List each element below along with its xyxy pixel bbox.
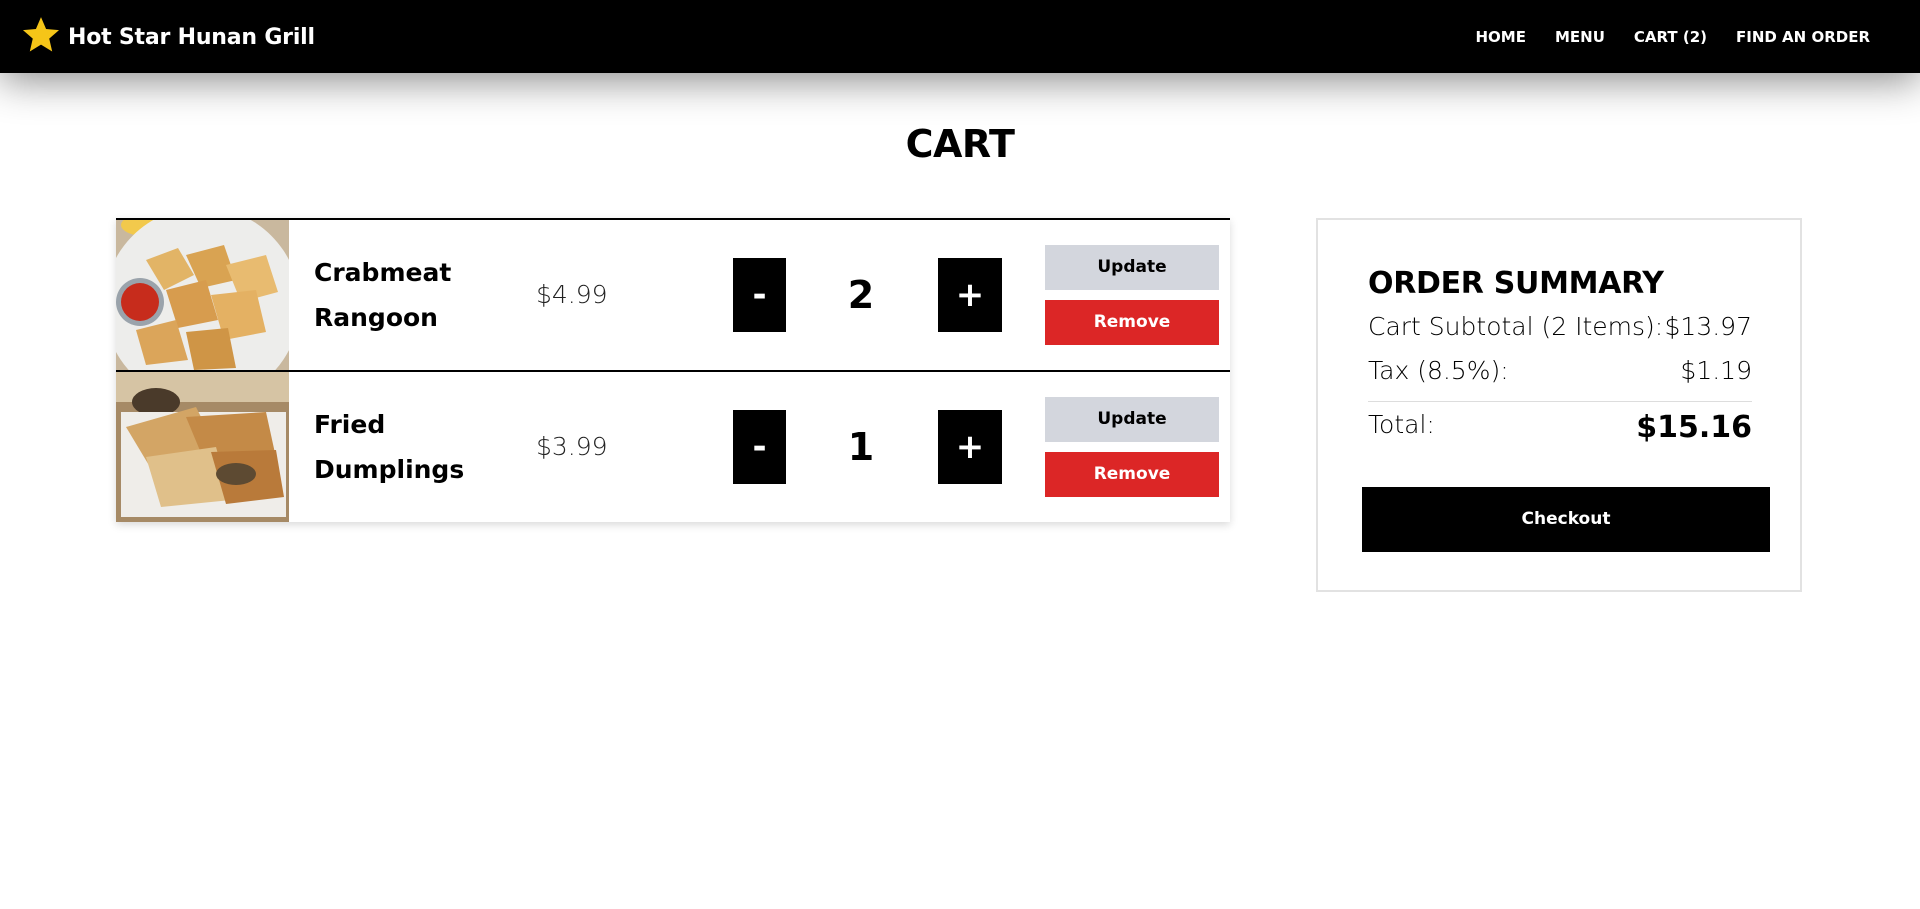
subtotal-label: Cart Subtotal (2 Items): bbox=[1368, 312, 1664, 341]
item-price: $3.99 bbox=[536, 432, 608, 461]
top-navbar: Hot Star Hunan Grill HOME MENU CART (2) … bbox=[0, 0, 1920, 73]
item-image-fried-dumplings bbox=[116, 372, 289, 522]
quantity-value: 1 bbox=[847, 425, 875, 469]
star-icon bbox=[20, 14, 62, 60]
increase-quantity-button[interactable]: + bbox=[938, 410, 1002, 484]
item-name: Fried Dumplings bbox=[314, 410, 465, 484]
nav-cart[interactable]: CART (2) bbox=[1634, 28, 1707, 46]
update-button[interactable]: Update bbox=[1045, 397, 1219, 442]
page-title: CART bbox=[905, 122, 1015, 166]
remove-button[interactable]: Remove bbox=[1045, 452, 1219, 497]
tax-value: $1.19 bbox=[1680, 356, 1752, 385]
decrease-quantity-button[interactable]: - bbox=[733, 258, 786, 332]
item-name: Crabmeat Rangoon bbox=[314, 258, 452, 332]
subtotal-value: $13.97 bbox=[1664, 312, 1752, 341]
item-price: $4.99 bbox=[536, 280, 608, 309]
quantity-value: 2 bbox=[847, 273, 875, 317]
nav-find-order[interactable]: FIND AN ORDER bbox=[1736, 28, 1870, 46]
brand-link[interactable]: Hot Star Hunan Grill bbox=[20, 14, 315, 60]
total-value: $15.16 bbox=[1636, 410, 1752, 445]
checkout-button[interactable]: Checkout bbox=[1362, 487, 1770, 552]
remove-button[interactable]: Remove bbox=[1045, 300, 1219, 345]
subtotal-row: Cart Subtotal (2 Items): $13.97 bbox=[1368, 312, 1752, 341]
decrease-quantity-button[interactable]: - bbox=[733, 410, 786, 484]
tax-row: Tax (8.5%): $1.19 bbox=[1368, 356, 1752, 385]
item-image-crabmeat-rangoon bbox=[116, 220, 289, 370]
cart-item: Crabmeat Rangoon $4.99 - 2 + Update Remo… bbox=[116, 218, 1230, 370]
update-button[interactable]: Update bbox=[1045, 245, 1219, 290]
total-label: Total: bbox=[1368, 410, 1435, 439]
nav-menu[interactable]: MENU bbox=[1555, 28, 1605, 46]
cart-list: Crabmeat Rangoon $4.99 - 2 + Update Remo… bbox=[116, 218, 1230, 522]
order-summary-title: ORDER SUMMARY bbox=[1368, 266, 1664, 301]
order-summary-panel: ORDER SUMMARY Cart Subtotal (2 Items): $… bbox=[1316, 218, 1802, 592]
increase-quantity-button[interactable]: + bbox=[938, 258, 1002, 332]
tax-label: Tax (8.5%): bbox=[1368, 356, 1509, 385]
cart-item: Fried Dumplings $3.99 - 1 + Update Remov… bbox=[116, 370, 1230, 522]
brand-name: Hot Star Hunan Grill bbox=[68, 24, 315, 50]
nav-home[interactable]: HOME bbox=[1475, 28, 1525, 46]
total-row: Total: $15.16 bbox=[1368, 401, 1752, 445]
main-nav: HOME MENU CART (2) FIND AN ORDER bbox=[1446, 0, 1870, 73]
